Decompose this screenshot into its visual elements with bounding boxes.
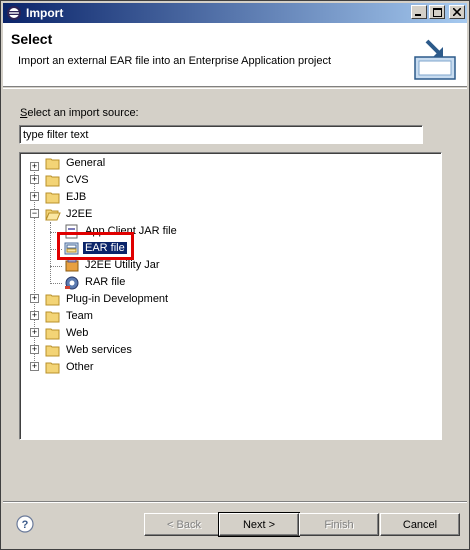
minimize-icon — [415, 14, 421, 16]
wizard-banner: Select Import an external EAR file into … — [3, 23, 467, 87]
tree-item-ejb[interactable]: + EJB — [30, 188, 88, 205]
ear-file-highlight-box — [57, 232, 134, 260]
folder-icon — [45, 192, 60, 203]
rar-icon — [65, 276, 79, 289]
back-button[interactable]: < Back — [144, 513, 224, 536]
expand-icon[interactable]: + — [30, 362, 39, 371]
folder-icon — [45, 175, 60, 186]
folder-open-icon — [45, 209, 61, 220]
tree-item-rar-file[interactable]: RAR file — [64, 273, 127, 290]
help-icon[interactable]: ? — [16, 515, 34, 533]
tree-item-general[interactable]: + General — [30, 154, 107, 171]
tree-item-other[interactable]: + Other — [30, 358, 96, 375]
expand-icon[interactable]: + — [30, 311, 39, 320]
import-source-tree[interactable]: + General + CVS + EJB − J2EE App Client … — [19, 152, 442, 440]
finish-button[interactable]: Finish — [299, 513, 379, 536]
expand-icon[interactable]: + — [30, 192, 39, 201]
svg-text:?: ? — [22, 519, 29, 531]
folder-icon — [45, 328, 60, 339]
maximize-icon — [432, 7, 442, 17]
expand-icon[interactable]: + — [30, 175, 39, 184]
page-title: Select — [11, 31, 53, 47]
expand-icon[interactable]: + — [30, 294, 39, 303]
folder-icon — [45, 345, 60, 356]
import-dialog: Import Select Import an external EAR fil… — [0, 0, 470, 550]
folder-icon — [45, 362, 60, 373]
tree-item-cvs[interactable]: + CVS — [30, 171, 91, 188]
collapse-icon[interactable]: − — [30, 209, 39, 218]
folder-icon — [45, 311, 60, 322]
title-bar[interactable]: Import — [3, 3, 467, 23]
tree-item-j2ee[interactable]: − J2EE — [30, 205, 94, 222]
tree-item-web[interactable]: + Web — [30, 324, 90, 341]
cancel-button[interactable]: Cancel — [380, 513, 460, 536]
next-button[interactable]: Next > — [218, 512, 300, 537]
close-button[interactable] — [449, 5, 465, 19]
filter-input[interactable] — [19, 125, 423, 144]
button-bar-separator — [3, 501, 467, 503]
folder-icon — [45, 158, 60, 169]
import-source-label: Select an import source: — [20, 107, 139, 119]
window-title: Import — [26, 6, 64, 20]
expand-icon[interactable]: + — [30, 162, 39, 171]
expand-icon[interactable]: + — [30, 328, 39, 337]
minimize-button[interactable] — [411, 5, 427, 19]
page-description: Import an external EAR file into an Ente… — [18, 55, 332, 67]
import-wizard-icon — [414, 39, 456, 80]
maximize-button[interactable] — [429, 5, 445, 19]
tree-item-plugin-development[interactable]: + Plug-in Development — [30, 290, 170, 307]
expand-icon[interactable]: + — [30, 345, 39, 354]
tree-item-team[interactable]: + Team — [30, 307, 95, 324]
tree-item-web-services[interactable]: + Web services — [30, 341, 134, 358]
folder-icon — [45, 294, 60, 305]
close-icon — [453, 8, 461, 16]
eclipse-icon — [7, 6, 21, 20]
